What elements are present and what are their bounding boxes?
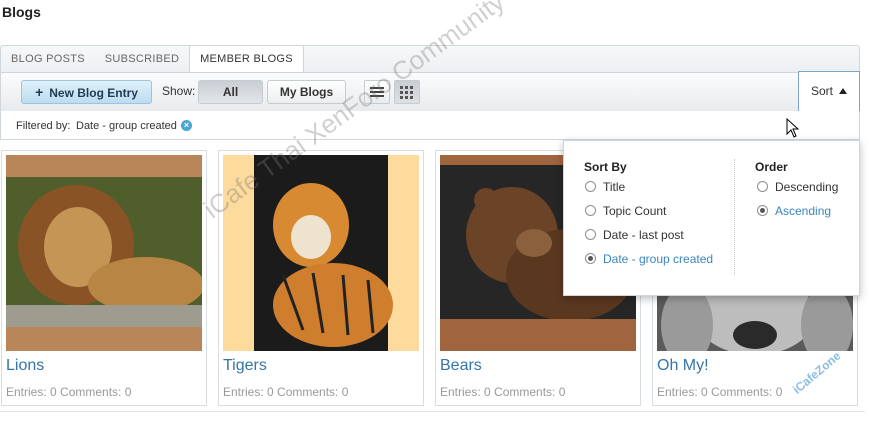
caret-up-icon [839, 88, 848, 94]
page-title: Blogs [2, 4, 41, 20]
sort-option-date-last-post[interactable]: Date - last post [603, 228, 684, 242]
blog-card[interactable]: Lions Entries: 0 Comments: 0 [1, 150, 207, 406]
tab-blog-posts[interactable]: BLOG POSTS [1, 46, 95, 73]
list-view-button[interactable] [364, 80, 390, 104]
new-blog-entry-label: New Blog Entry [49, 86, 138, 100]
sort-option-date-group-created[interactable]: Date - group created [603, 252, 713, 266]
radio-order-ascending[interactable] [757, 205, 768, 216]
grid-view-button[interactable] [394, 80, 420, 104]
tiger-image[interactable] [223, 155, 419, 351]
blog-meta: Entries: 0 Comments: 0 [223, 385, 349, 399]
blog-card[interactable]: Tigers Entries: 0 Comments: 0 [218, 150, 424, 406]
radio-sort-title[interactable] [585, 181, 596, 192]
sort-button[interactable]: Sort [798, 71, 860, 112]
grid-view-icon [400, 86, 413, 99]
blog-title[interactable]: Bears [440, 357, 482, 375]
filter-value: Date - group created [76, 120, 177, 132]
remove-filter-icon[interactable]: × [181, 120, 192, 131]
show-my-blogs-button[interactable]: My Blogs [267, 80, 346, 104]
sort-option-topic-count[interactable]: Topic Count [603, 204, 666, 218]
blog-meta: Entries: 0 Comments: 0 [6, 385, 132, 399]
blog-title[interactable]: Tigers [223, 357, 267, 375]
show-all-button[interactable]: All [198, 80, 263, 104]
sort-label: Sort [811, 84, 834, 98]
radio-sort-date-group-created[interactable] [585, 253, 596, 264]
order-heading: Order [755, 160, 788, 174]
order-option-descending[interactable]: Descending [775, 180, 838, 194]
divider [0, 411, 865, 412]
menu-divider [734, 159, 736, 275]
show-label: Show: [162, 84, 196, 98]
order-option-ascending[interactable]: Ascending [775, 204, 831, 218]
lion-image[interactable] [6, 155, 202, 351]
tab-subscribed[interactable]: SUBSCRIBED [95, 46, 189, 73]
radio-sort-topic-count[interactable] [585, 205, 596, 216]
new-blog-entry-button[interactable]: + New Blog Entry [21, 80, 152, 104]
mouse-cursor-icon [786, 118, 800, 138]
blog-title[interactable]: Oh My! [657, 357, 709, 375]
blog-meta: Entries: 0 Comments: 0 [657, 385, 783, 399]
filter-label: Filtered by: [16, 120, 71, 132]
blog-title[interactable]: Lions [6, 357, 44, 375]
plus-icon: + [35, 84, 44, 100]
blog-meta: Entries: 0 Comments: 0 [440, 385, 566, 399]
sort-by-heading: Sort By [584, 160, 627, 174]
list-view-icon [370, 87, 384, 97]
sort-menu: Sort By Order Title Topic Count Date - l… [563, 140, 860, 296]
radio-sort-date-last-post[interactable] [585, 229, 596, 240]
radio-order-descending[interactable] [757, 181, 768, 192]
sort-option-title[interactable]: Title [603, 180, 625, 194]
tab-member-blogs[interactable]: MEMBER BLOGS [189, 46, 304, 74]
tab-bar: BLOG POSTS SUBSCRIBED MEMBER BLOGS [0, 45, 860, 74]
